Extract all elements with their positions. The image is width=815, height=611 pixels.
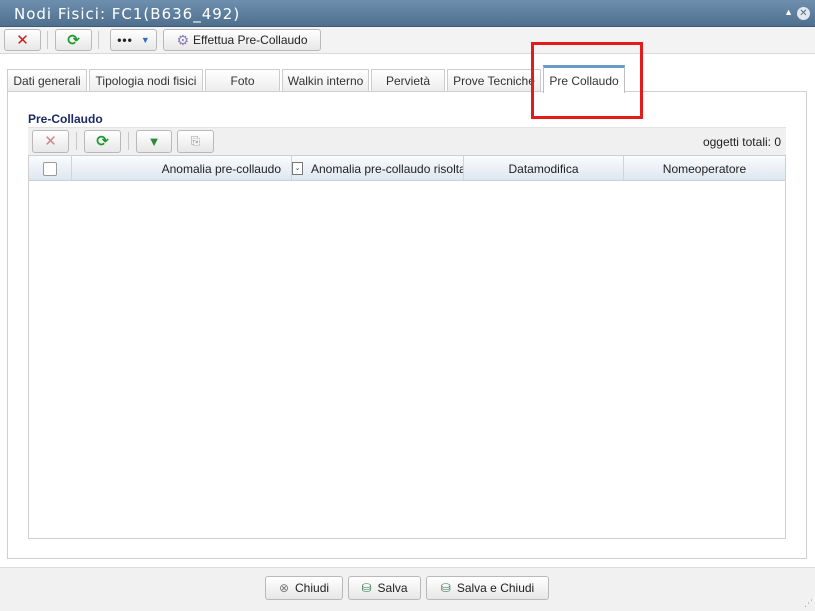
save-button[interactable]: ⛁ Salva [348, 576, 421, 600]
select-all-checkbox[interactable] [43, 161, 57, 176]
close-circle-icon: ⊗ [278, 581, 290, 595]
tab-walkin-interno[interactable]: Walkin interno [282, 69, 369, 92]
sort-icon[interactable]: ⌄ [292, 162, 303, 175]
window-close-icon[interactable]: ✕ [797, 7, 810, 20]
delete-button[interactable]: ✕ [4, 29, 41, 51]
toolbar-separator [47, 31, 48, 49]
window-titlebar: Nodi Fisici: FC1(B636_492) ▲ ✕ [0, 0, 815, 27]
refresh-button[interactable]: ⟳ [55, 29, 92, 51]
export-icon: ⎘ [190, 134, 201, 148]
tab-dati-generali[interactable]: Dati generali [7, 69, 87, 92]
effettua-precollaudo-label: Effettua Pre-Collaudo [193, 33, 308, 47]
tab-prove-tecniche[interactable]: Prove Tecniche [447, 69, 541, 92]
main-toolbar: ✕ ⟳ ••• ▼ ⚙ Effettua Pre-Collaudo [0, 27, 815, 54]
select-all-column [29, 156, 72, 181]
effettua-precollaudo-button[interactable]: ⚙ Effettua Pre-Collaudo [163, 29, 321, 51]
total-objects-count: oggetti totali: 0 [702, 135, 781, 149]
close-x-icon: ✕ [44, 133, 57, 150]
collapse-icon[interactable]: ▲ [784, 7, 793, 17]
tab-pervieta[interactable]: Pervietà [371, 69, 445, 92]
grid-header: Anomalia pre-collaudo ⌄ Anomalia pre-col… [29, 156, 785, 181]
refresh-icon: ⟳ [67, 31, 80, 49]
data-grid: Anomalia pre-collaudo ⌄ Anomalia pre-col… [28, 155, 786, 539]
refresh-icon: ⟳ [96, 133, 109, 150]
column-header-anomalia-risolta[interactable]: Anomalia pre-collaudo risolta [307, 156, 464, 181]
toolbar-separator [128, 132, 129, 150]
tab-label: Foto [230, 74, 255, 88]
section-title: Pre-Collaudo [28, 112, 103, 126]
tab-label: Dati generali [13, 74, 81, 88]
chevron-down-icon: ▼ [140, 35, 150, 45]
save-icon: ⛁ [440, 581, 451, 595]
toolbar-separator [98, 31, 99, 49]
dialog-footer: ⊗ Chiudi ⛁ Salva ⛁ Salva e Chiudi ⋰ [0, 567, 815, 611]
column-header-datamodifica[interactable]: Datamodifica [464, 156, 624, 181]
tab-label: Pre Collaudo [549, 73, 619, 88]
close-button-label: Chiudi [295, 581, 330, 595]
column-label: Anomalia pre-collaudo [161, 161, 281, 176]
save-icon: ⛁ [361, 581, 372, 595]
more-actions-dropdown[interactable]: ••• ▼ [110, 29, 157, 51]
column-label: Nomeoperatore [662, 161, 747, 176]
column-header-nomeoperatore[interactable]: Nomeoperatore [624, 156, 785, 181]
tab-foto[interactable]: Foto [205, 69, 280, 92]
tab-tipologia-nodi-fisici[interactable]: Tipologia nodi fisici [89, 69, 203, 92]
resize-grip-icon[interactable]: ⋰ [804, 598, 813, 609]
tab-label: Tipologia nodi fisici [95, 74, 197, 88]
tab-pre-collaudo[interactable]: Pre Collaudo [543, 65, 625, 93]
toolbar-separator [76, 132, 77, 150]
save-button-label: Salva [377, 581, 408, 595]
grid-refresh-button[interactable]: ⟳ [84, 130, 121, 153]
column-label: Anomalia pre-collaudo risolta [311, 161, 464, 176]
window-title: Nodi Fisici: FC1(B636_492) [14, 5, 241, 23]
more-icon: ••• [117, 33, 133, 47]
tab-label: Pervietà [385, 74, 431, 88]
tab-strip: Dati generali Tipologia nodi fisici Foto… [7, 65, 807, 93]
close-button[interactable]: ⊗ Chiudi [265, 576, 343, 600]
save-close-button-label: Salva e Chiudi [456, 581, 535, 595]
gear-icon: ⚙ [176, 31, 190, 48]
filter-icon: ▼ [147, 134, 161, 149]
tab-label: Walkin interno [287, 74, 364, 88]
grid-delete-button[interactable]: ✕ [32, 130, 69, 153]
grid-export-button[interactable]: ⎘ [177, 130, 214, 153]
tab-label: Prove Tecniche [453, 74, 535, 88]
save-and-close-button[interactable]: ⛁ Salva e Chiudi [426, 576, 549, 600]
column-label: Datamodifica [508, 161, 579, 176]
close-x-icon: ✕ [16, 31, 29, 49]
grid-toolbar: ✕ ⟳ ▼ ⎘ oggetti totali: 0 [28, 127, 786, 155]
grid-filter-button[interactable]: ▼ [136, 130, 172, 153]
column-header-anomalia[interactable]: Anomalia pre-collaudo [72, 156, 292, 181]
